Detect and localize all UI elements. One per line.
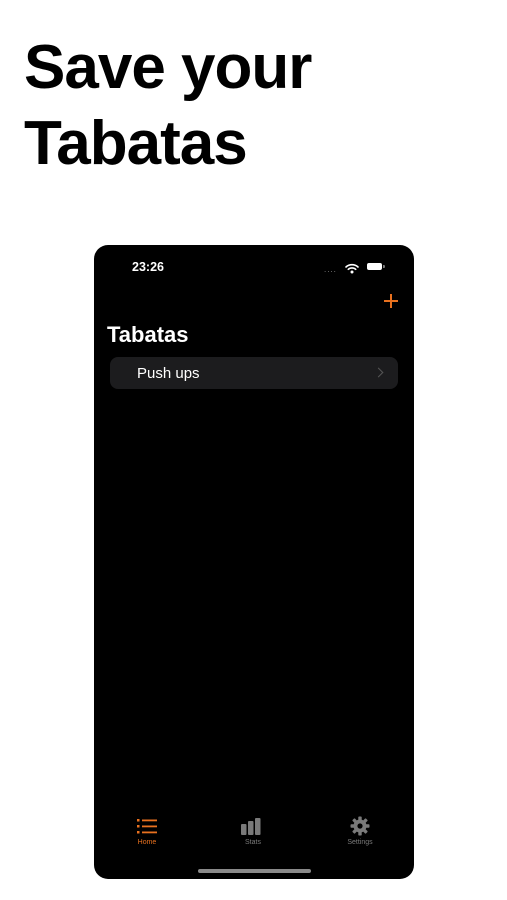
list-icon [112,815,182,837]
tab-stats[interactable]: Stats [218,815,288,846]
phone-screen: 23:26 .... Tabatas Push ups Home Stats S… [94,245,414,879]
list-item-label: Push ups [137,365,200,382]
tab-settings-label: Settings [347,839,373,846]
status-time: 23:26 [132,260,164,274]
gear-icon [325,815,395,837]
promo-headline: Save your Tabatas [24,30,312,182]
tab-settings[interactable]: Settings [325,815,395,846]
promo-headline-line2: Tabatas [24,109,248,178]
promo-headline-line1: Save your [24,33,312,102]
list-item[interactable]: Push ups [110,357,398,389]
tab-home-label: Home [137,839,157,846]
battery-icon [367,263,385,270]
tab-bar: Home Stats Settings [94,799,414,879]
wifi-icon [345,261,359,279]
tabata-list: Push ups [110,357,398,389]
add-tabata-button[interactable] [384,294,398,308]
tab-stats-label: Stats [245,839,261,846]
home-indicator [198,869,311,873]
page-title: Tabatas [107,322,189,347]
chevron-right-icon [373,367,384,378]
tab-home[interactable]: Home [112,815,182,846]
bar-chart-icon [218,815,288,837]
cellular-signal-icon: .... [324,265,337,274]
status-bar: 23:26 .... [94,259,414,277]
